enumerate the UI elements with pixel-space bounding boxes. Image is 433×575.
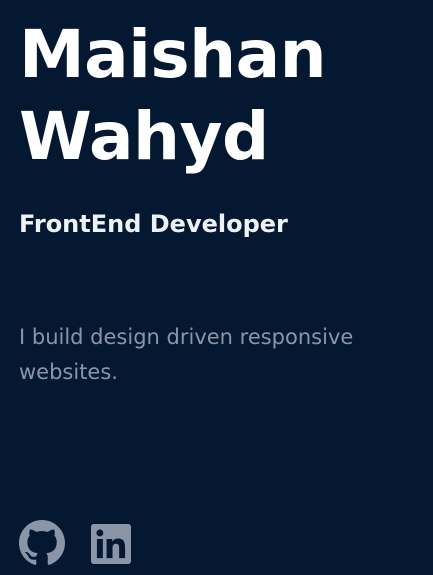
page-title: Maishan Wahyd	[19, 14, 419, 178]
github-link[interactable]	[19, 520, 65, 566]
github-icon	[19, 520, 65, 565]
hero-name: Maishan Wahyd	[19, 14, 419, 178]
linkedin-link[interactable]	[91, 523, 131, 565]
linkedin-icon	[91, 524, 131, 564]
social-links	[19, 520, 131, 566]
name-line-last: Wahyd	[19, 98, 269, 175]
job-title: FrontEnd Developer	[19, 210, 288, 238]
name-line-first: Maishan	[19, 16, 327, 93]
tagline: I build design driven responsive website…	[19, 325, 354, 384]
